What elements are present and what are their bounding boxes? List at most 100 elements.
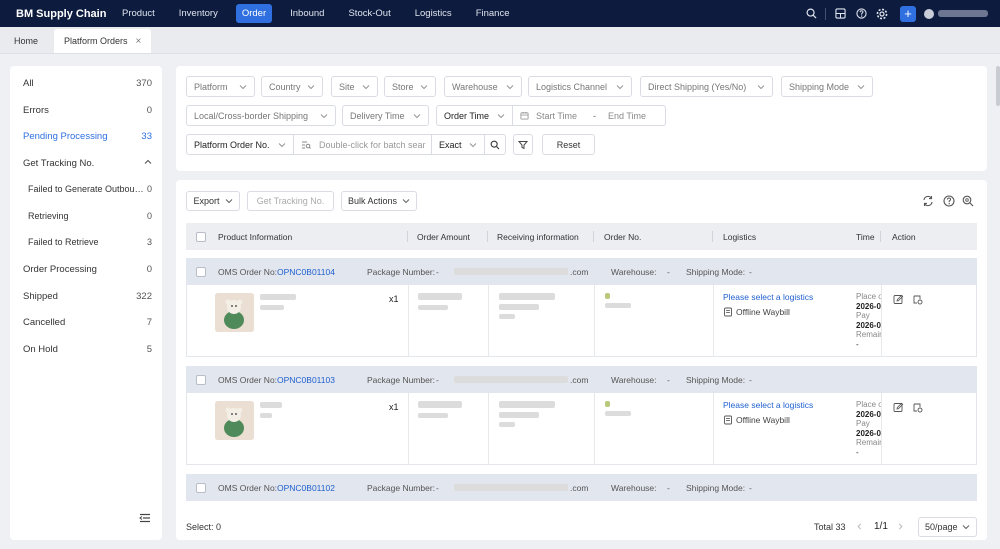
place-label: Place o [856, 400, 882, 409]
shipping-mode-select[interactable]: Shipping Mode [781, 76, 873, 97]
package-number-value: - [436, 266, 439, 277]
edit-icon[interactable] [893, 294, 904, 305]
redacted-amount-detail [418, 305, 448, 310]
search-field-select[interactable]: Platform Order No. [186, 134, 294, 155]
chevron-down-icon [239, 84, 247, 89]
get-tracking-button[interactable]: Get Tracking No. [247, 191, 334, 211]
bulk-actions-button[interactable]: Bulk Actions [341, 191, 417, 211]
select-logistics-link[interactable]: Please select a logistics [723, 292, 813, 302]
order-checkbox[interactable] [196, 474, 206, 501]
tab-home[interactable]: Home [4, 29, 48, 53]
advanced-filter-button[interactable] [513, 134, 533, 155]
cell-divider [713, 393, 714, 464]
nav-stock-out[interactable]: Stock-Out [342, 4, 396, 23]
nav-logistics[interactable]: Logistics [409, 4, 458, 23]
nav-product[interactable]: Product [116, 4, 161, 23]
page-size-select[interactable]: 50/page [918, 517, 977, 537]
select-label: Order Time [444, 110, 490, 121]
chevron-down-icon [469, 142, 477, 147]
checkbox[interactable] [196, 231, 206, 242]
help-icon[interactable] [943, 195, 955, 207]
column-divider [487, 231, 488, 242]
sidebar-item-pending-processing[interactable]: Pending Processing 33 [10, 123, 162, 149]
end-time-input[interactable]: End Time [608, 111, 646, 121]
cell-divider [713, 285, 714, 356]
prev-page-icon[interactable] [856, 513, 863, 540]
batch-search-input[interactable]: Double-click for batch sear [293, 134, 432, 155]
country-select[interactable]: Country [261, 76, 323, 97]
search-button[interactable] [484, 134, 506, 155]
collapse-menu-icon[interactable] [139, 512, 151, 524]
checkbox[interactable] [196, 266, 206, 277]
sidebar-item-order-processing[interactable]: Order Processing 0 [10, 256, 162, 282]
refresh-icon[interactable] [922, 195, 934, 207]
sidebar-item-retrieving[interactable]: Retrieving 0 [10, 203, 162, 229]
zoom-settings-icon[interactable] [962, 195, 974, 207]
oms-order-label: OMS Order No: [218, 374, 278, 385]
time-info: Place o 2026-0 Pay 2026-0 Remain - [856, 400, 882, 457]
reset-button[interactable]: Reset [542, 134, 595, 155]
nav-inbound[interactable]: Inbound [284, 4, 330, 23]
add-button[interactable]: + [900, 5, 916, 22]
avatar [924, 8, 934, 19]
store-select[interactable]: Store [384, 76, 436, 97]
order-checkbox[interactable] [196, 258, 206, 285]
local-cross-border-select[interactable]: Local/Cross-border Shipping [186, 105, 336, 126]
sidebar-item-cancelled[interactable]: Cancelled 7 [10, 309, 162, 335]
sidebar-item-label: Shipped [23, 290, 58, 302]
offline-waybill[interactable]: Offline Waybill [723, 415, 790, 425]
match-mode-select[interactable]: Exact [431, 134, 485, 155]
search-icon[interactable] [804, 7, 818, 21]
sidebar-item-failed-generate[interactable]: Failed to Generate Outboun... 0 [10, 176, 162, 202]
column-divider [407, 231, 408, 242]
delivery-time-select[interactable]: Delivery Time [342, 105, 429, 126]
direct-shipping-select[interactable]: Direct Shipping (Yes/No) [640, 76, 773, 97]
select-all-checkbox[interactable] [196, 223, 206, 250]
grid-icon[interactable] [833, 7, 847, 21]
start-time-input[interactable]: Start Time [536, 111, 577, 121]
split-order-icon[interactable] [912, 402, 923, 413]
pay-label: Pay [856, 311, 870, 320]
checkbox[interactable] [196, 374, 206, 385]
nav-finance[interactable]: Finance [470, 4, 516, 23]
oms-order-number[interactable]: OPNC0B01104 [277, 258, 335, 285]
order-time-select[interactable]: Order Time [436, 105, 513, 126]
offline-waybill[interactable]: Offline Waybill [723, 307, 790, 317]
sidebar-item-on-hold[interactable]: On Hold 5 [10, 336, 162, 362]
order-checkbox[interactable] [196, 366, 206, 393]
sidebar-item-failed-retrieve[interactable]: Failed to Retrieve 3 [10, 229, 162, 255]
site-select[interactable]: Site [331, 76, 378, 97]
sidebar-item-all[interactable]: All 370 [10, 70, 162, 96]
logistics-channel-select[interactable]: Logistics Channel [528, 76, 632, 97]
sidebar-item-errors[interactable]: Errors 0 [10, 97, 162, 123]
close-icon[interactable]: × [136, 36, 142, 47]
sidebar-item-get-tracking[interactable]: Get Tracking No. [10, 150, 162, 176]
edit-icon[interactable] [893, 402, 904, 413]
select-label: Site [339, 81, 355, 92]
select-label: Store [392, 81, 414, 92]
checkbox[interactable] [196, 482, 206, 493]
column-divider [712, 231, 713, 242]
help-icon[interactable] [854, 7, 868, 21]
cell-divider [488, 393, 489, 464]
user-menu[interactable] [924, 8, 988, 19]
offline-waybill-label: Offline Waybill [736, 307, 790, 317]
chevron-up-icon[interactable] [144, 158, 152, 169]
tab-platform-orders[interactable]: Platform Orders × [54, 29, 152, 53]
sidebar-item-shipped[interactable]: Shipped 322 [10, 283, 162, 309]
select-logistics-link[interactable]: Please select a logistics [723, 400, 813, 410]
platform-select[interactable]: Platform [186, 76, 255, 97]
date-range-picker[interactable]: Start Time - End Time [512, 105, 666, 126]
page-scrollbar[interactable] [996, 66, 1000, 106]
nav-inventory[interactable]: Inventory [173, 4, 224, 23]
email-suffix: .com [570, 266, 589, 277]
chevron-down-icon [362, 84, 370, 89]
split-order-icon[interactable] [912, 294, 923, 305]
next-page-icon[interactable] [897, 513, 904, 540]
export-button[interactable]: Export [186, 191, 240, 211]
oms-order-number[interactable]: OPNC0B01103 [277, 366, 335, 393]
warehouse-select[interactable]: Warehouse [444, 76, 522, 97]
nav-order[interactable]: Order [235, 4, 273, 23]
oms-order-number[interactable]: OPNC0B01102 [277, 474, 335, 501]
gear-icon[interactable] [875, 7, 889, 21]
